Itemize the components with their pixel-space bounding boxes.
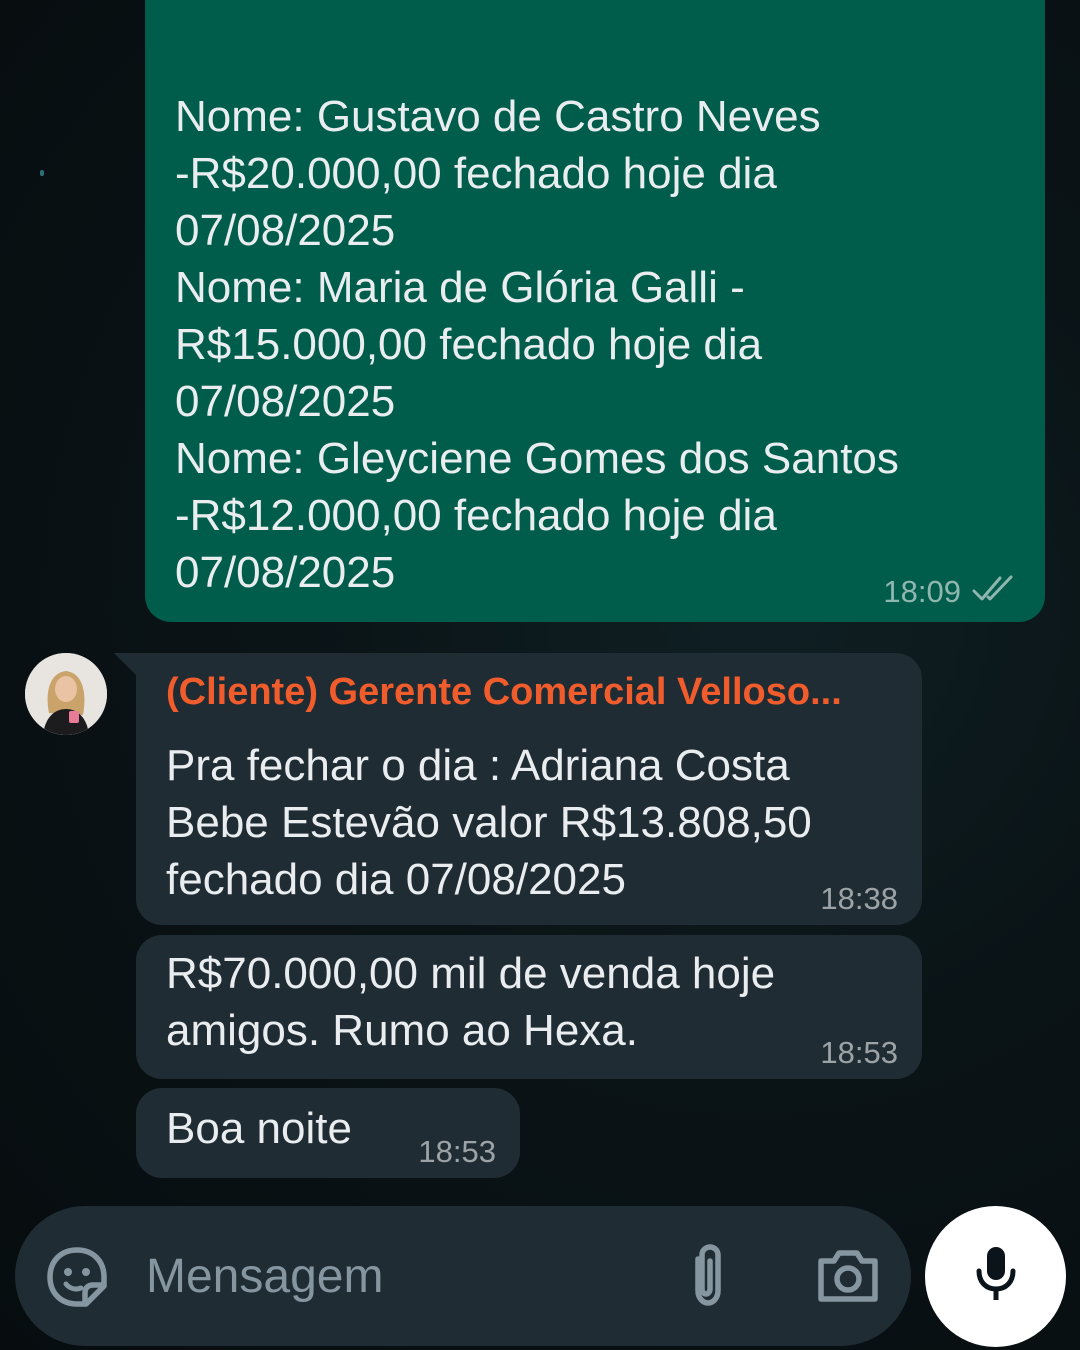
- message-time: 18:53: [820, 1035, 898, 1070]
- message-meta: 18:09: [883, 573, 1019, 610]
- attach-button[interactable]: [676, 1240, 740, 1316]
- outgoing-message-text: Nome: Gustavo de Castro Neves -R$20.000,…: [175, 88, 1015, 601]
- incoming-message[interactable]: Boa noite 18:53: [136, 1088, 520, 1178]
- sticker-button[interactable]: [42, 1244, 112, 1314]
- outgoing-message[interactable]: Nome: Gustavo de Castro Neves -R$20.000,…: [145, 0, 1045, 622]
- camera-button[interactable]: [810, 1240, 886, 1316]
- camera-icon: [815, 1247, 881, 1310]
- attach-icon: [684, 1241, 732, 1316]
- incoming-message[interactable]: (Cliente) Gerente Comercial Velloso... P…: [136, 653, 922, 925]
- message-line: Bebe Estevão valor R$13.808,50: [166, 798, 812, 847]
- avatar[interactable]: [25, 653, 107, 735]
- message-input[interactable]: [146, 1244, 646, 1308]
- message-line: Nome: Maria de Glória Galli -: [175, 263, 745, 312]
- incoming-message-text: R$70.000,00 mil de venda hoje amigos. Ru…: [166, 945, 775, 1059]
- message-line: R$15.000,00 fechado hoje dia: [175, 320, 763, 369]
- message-line: -R$12.000,00 fechado hoje dia: [175, 491, 777, 540]
- message-line: amigos. Rumo ao Hexa.: [166, 1006, 638, 1055]
- message-line: Pra fechar o dia : Adriana Costa: [166, 741, 790, 790]
- message-time: 18:09: [883, 573, 961, 609]
- message-line: 07/08/2025: [175, 206, 396, 255]
- incoming-message-text: Pra fechar o dia : Adriana Costa Bebe Es…: [166, 737, 812, 908]
- bubble-tail: [114, 653, 136, 675]
- message-line: Nome: Gleyciene Gomes dos Santos: [175, 434, 899, 483]
- incoming-message[interactable]: R$70.000,00 mil de venda hoje amigos. Ru…: [136, 935, 922, 1079]
- sticker-icon: [45, 1245, 109, 1314]
- message-line: fechado dia 07/08/2025: [166, 855, 626, 904]
- message-line: Nome: Gustavo de Castro Neves: [175, 92, 821, 141]
- message-line: Boa noite: [166, 1104, 352, 1153]
- double-check-icon: [971, 573, 1019, 610]
- voice-message-button[interactable]: [925, 1206, 1066, 1347]
- microphone-icon: [974, 1244, 1018, 1309]
- message-line: R$70.000,00 mil de venda hoje: [166, 949, 776, 998]
- message-time: 18:38: [820, 881, 898, 916]
- sender-name[interactable]: (Cliente) Gerente Comercial Velloso...: [166, 671, 842, 714]
- message-line: 07/08/2025: [175, 377, 396, 426]
- message-line: -R$20.000,00 fechado hoje dia: [175, 149, 777, 198]
- message-time: 18:53: [418, 1134, 496, 1169]
- incoming-message-text: Boa noite: [166, 1100, 352, 1157]
- background-dot: [40, 170, 44, 176]
